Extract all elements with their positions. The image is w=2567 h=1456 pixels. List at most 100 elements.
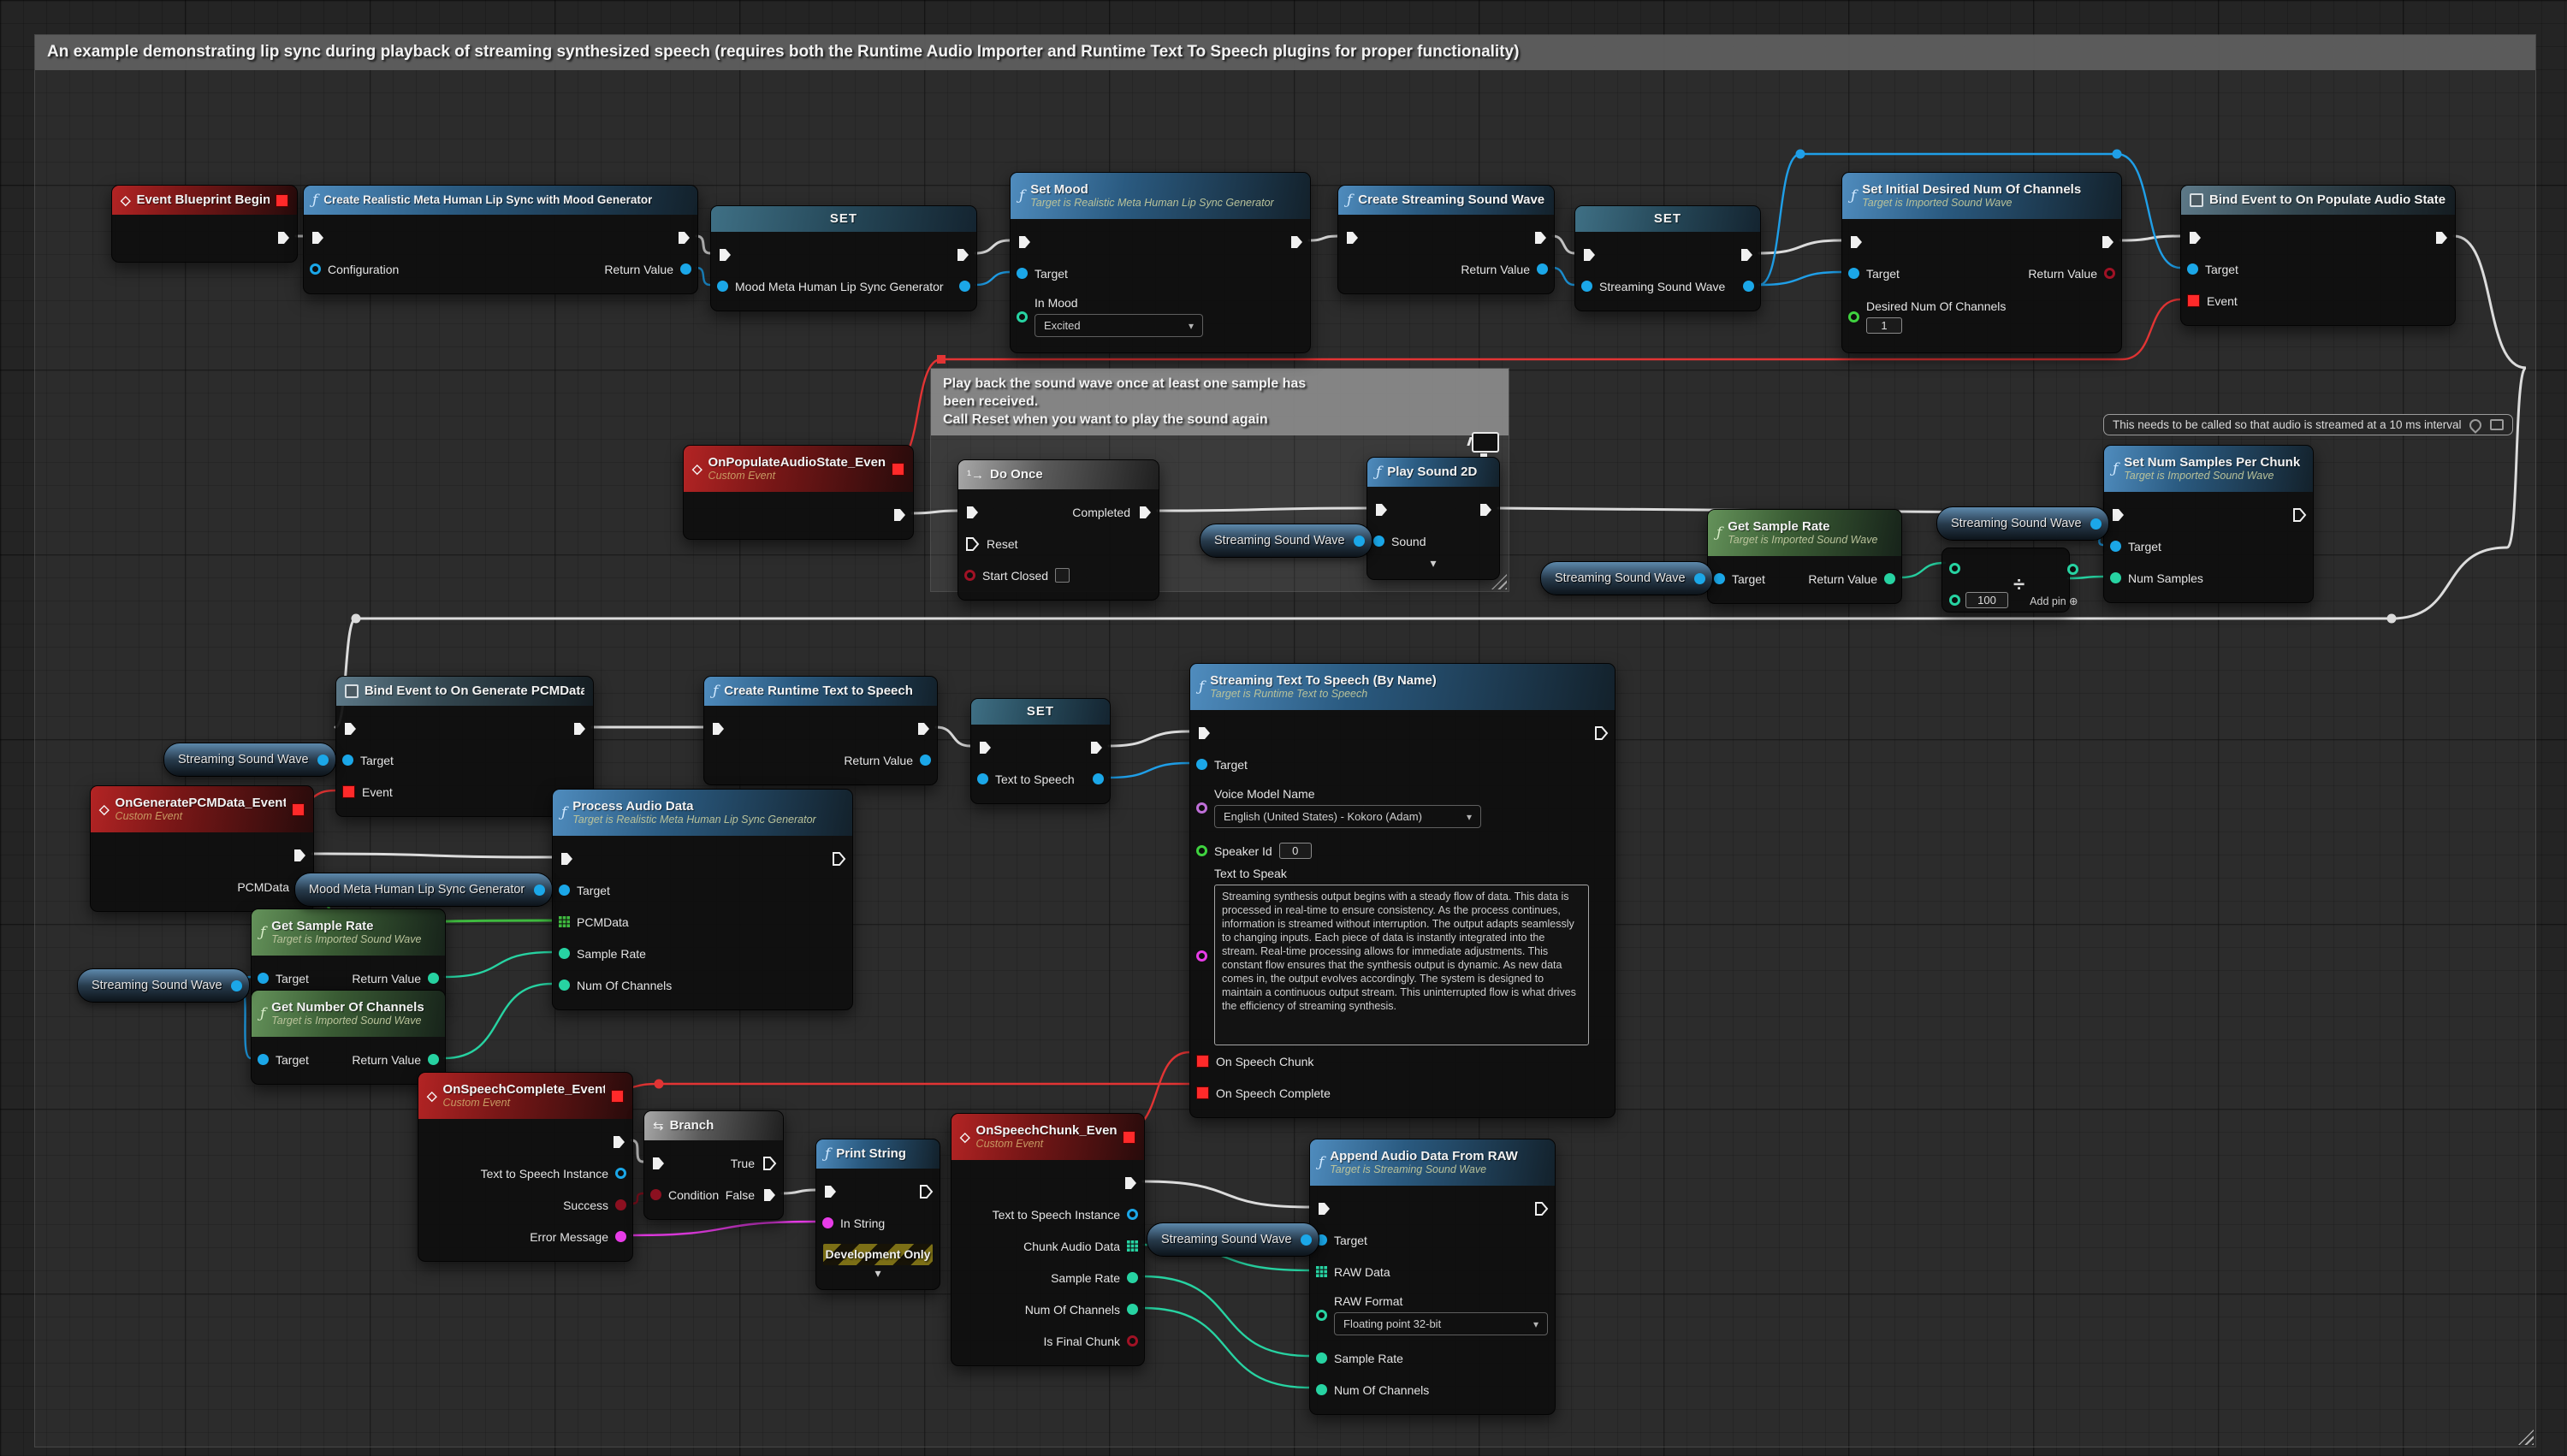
pill-ssw-samplerate[interactable]: Streaming Sound Wave: [1540, 561, 1713, 595]
onspeechchunk-header[interactable]: ◇OnSpeechChunk_EventCustom Event: [952, 1114, 1144, 1160]
output-pin[interactable]: [1301, 1234, 1312, 1246]
target-pin[interactable]: [1714, 573, 1725, 584]
ongenerate-header[interactable]: ◇OnGeneratePCMData_EventCustom Event: [91, 786, 313, 832]
exec-pin[interactable]: [2187, 230, 2202, 246]
onspeechchunk-node[interactable]: ◇OnSpeechChunk_EventCustom EventText to …: [951, 1113, 1145, 1366]
print-node[interactable]: ƒPrint StringIn StringDevelopment Only▾: [815, 1139, 940, 1290]
text-to-speech-instance-pin[interactable]: [615, 1168, 626, 1179]
ongenerate-node[interactable]: ◇OnGeneratePCMData_EventCustom EventPCMD…: [90, 785, 314, 912]
voice-model-name-pin[interactable]: [1196, 802, 1207, 814]
delegate-output-pin[interactable]: [611, 1090, 624, 1103]
create-streaming-node[interactable]: ƒCreate Streaming Sound WaveReturn Value: [1337, 185, 1555, 294]
output-pin[interactable]: [317, 755, 329, 766]
exec-pin[interactable]: [822, 1184, 838, 1199]
set-num-header[interactable]: ƒSet Num Samples Per ChunkTarget is Impo…: [2104, 446, 2313, 492]
pill-ssw-bind[interactable]: Streaming Sound Wave: [163, 743, 336, 777]
exec-pin[interactable]: [964, 505, 980, 520]
return-value-pin[interactable]: [428, 1054, 439, 1065]
exec-pin[interactable]: [1848, 234, 1864, 250]
gsr2-header[interactable]: ƒGet Sample RateTarget is Imported Sound…: [252, 909, 445, 956]
exec-pin[interactable]: [310, 230, 325, 246]
set-initial-node[interactable]: ƒSet Initial Desired Num Of ChannelsTarg…: [1841, 172, 2122, 353]
raw-format-pin[interactable]: [1316, 1310, 1327, 1321]
process-node[interactable]: ƒProcess Audio DataTarget is Realistic M…: [552, 789, 853, 1010]
exech-pin[interactable]: [1593, 725, 1609, 741]
set-mood-gen-header[interactable]: SET: [711, 206, 976, 232]
gsr1-node[interactable]: ƒGet Sample RateTarget is Imported Sound…: [1707, 509, 1902, 604]
exec-pin[interactable]: [955, 247, 970, 263]
return-value-pin[interactable]: [920, 755, 931, 766]
num-of-channels-pin[interactable]: [1127, 1304, 1138, 1315]
output-pin[interactable]: [534, 885, 545, 896]
exec-pin[interactable]: [710, 721, 726, 737]
sample-rate-pin[interactable]: [1316, 1352, 1327, 1364]
branch-node[interactable]: ⇆BranchTrueConditionFalse: [643, 1110, 784, 1220]
set-tts-header[interactable]: SET: [971, 699, 1110, 725]
speaker-id-input[interactable]: 0: [1279, 843, 1312, 859]
false-pin[interactable]: [762, 1187, 777, 1203]
num-of-channels-pin[interactable]: [559, 980, 570, 991]
text-to-speech-pin[interactable]: [977, 773, 988, 784]
target-pin[interactable]: [1196, 759, 1207, 770]
output-pin[interactable]: [231, 980, 242, 991]
is-final-chunk-pin[interactable]: [1127, 1335, 1138, 1347]
onpopulate-header[interactable]: ◇OnPopulateAudioState_EventCustom Event: [684, 446, 913, 492]
bind-populate-header[interactable]: Bind Event to On Populate Audio State: [2181, 186, 2455, 215]
exech-pin[interactable]: [2291, 507, 2307, 523]
error-message-pin[interactable]: [615, 1231, 626, 1242]
streaming-tts-header[interactable]: ƒStreaming Text To Speech (By Name)Targe…: [1190, 664, 1615, 710]
condition-pin[interactable]: [650, 1189, 661, 1200]
pcmdata-pin[interactable]: [559, 916, 570, 927]
target-pin[interactable]: [1848, 268, 1859, 279]
exec-pin[interactable]: [1289, 234, 1304, 250]
return-value-pin[interactable]: [1537, 263, 1548, 275]
pill-ssw-play[interactable]: Streaming Sound Wave: [1200, 524, 1372, 558]
add-pin-button[interactable]: Add pin ⊕: [2030, 595, 2078, 607]
raw-format-dropdown[interactable]: Floating point 32-bit▾: [1334, 1312, 1548, 1335]
on-speech-complete-pin[interactable]: [1196, 1086, 1209, 1099]
output-pin[interactable]: [2090, 518, 2102, 530]
gnc-header[interactable]: ƒGet Number Of ChannelsTarget is Importe…: [252, 991, 445, 1037]
desired-num-of-channels-input[interactable]: 1: [1866, 317, 1902, 334]
blueprint-canvas[interactable]: An example demonstrating lip sync during…: [0, 0, 2567, 1456]
text-to-speak-pin[interactable]: [1196, 950, 1207, 962]
exech-pin[interactable]: [831, 851, 846, 867]
process-header[interactable]: ƒProcess Audio DataTarget is Realistic M…: [553, 790, 852, 836]
bind-generate-header[interactable]: Bind Event to On Generate PCMData: [336, 677, 593, 706]
event-pin[interactable]: [2187, 294, 2200, 307]
exec-pin[interactable]: [1088, 740, 1104, 755]
branch-header[interactable]: ⇆Branch: [644, 1111, 783, 1140]
delegate-output-pin[interactable]: [1123, 1131, 1135, 1144]
play-sound-header[interactable]: ƒPlay Sound 2D: [1367, 458, 1499, 487]
set-tts-node[interactable]: SETText to Speech: [970, 698, 1111, 804]
output-pin[interactable]: [1354, 536, 1365, 547]
begin-play-node[interactable]: ◇Event Blueprint Begin Play: [111, 185, 298, 263]
start-closed-pin[interactable]: [964, 570, 975, 581]
create-realistic-header[interactable]: ƒCreate Realistic Meta Human Lip Sync wi…: [304, 186, 697, 215]
target-pin[interactable]: [2110, 541, 2121, 552]
delegate-output-pin[interactable]: [892, 463, 904, 476]
divide-input-b-value[interactable]: 100: [1965, 592, 2008, 608]
exec-pin[interactable]: [1344, 230, 1360, 246]
text-to-speech-instance-pin[interactable]: [1127, 1209, 1138, 1220]
create-realistic-node[interactable]: ƒCreate Realistic Meta Human Lip Sync wi…: [303, 185, 698, 294]
set-mood-header[interactable]: ƒSet MoodTarget is Realistic Meta Human …: [1011, 173, 1310, 219]
set-initial-header[interactable]: ƒSet Initial Desired Num Of ChannelsTarg…: [1842, 173, 2121, 219]
exech-pin[interactable]: [918, 1184, 934, 1199]
append-node[interactable]: ƒAppend Audio Data From RAWTarget is Str…: [1309, 1139, 1556, 1415]
target-pin[interactable]: [2187, 263, 2198, 275]
on-speech-chunk-pin[interactable]: [1196, 1055, 1209, 1068]
completed-pin[interactable]: [1137, 505, 1153, 520]
exech-pin[interactable]: [1533, 1201, 1549, 1216]
exec-pin[interactable]: [2110, 507, 2125, 523]
raw-data-pin[interactable]: [1316, 1266, 1327, 1277]
onpopulate-node[interactable]: ◇OnPopulateAudioState_EventCustom Event: [683, 445, 914, 540]
exec-pin[interactable]: [1316, 1201, 1331, 1216]
do-once-header[interactable]: ¹→Do Once: [958, 460, 1159, 489]
start-closed-checkbox[interactable]: [1055, 568, 1070, 583]
mood-meta-human-lip-sync-generator-pin[interactable]: [717, 281, 728, 292]
exec-pin[interactable]: [892, 507, 907, 523]
exec-pin[interactable]: [559, 851, 574, 867]
target-pin[interactable]: [258, 1054, 269, 1065]
exec-pin[interactable]: [611, 1134, 626, 1150]
